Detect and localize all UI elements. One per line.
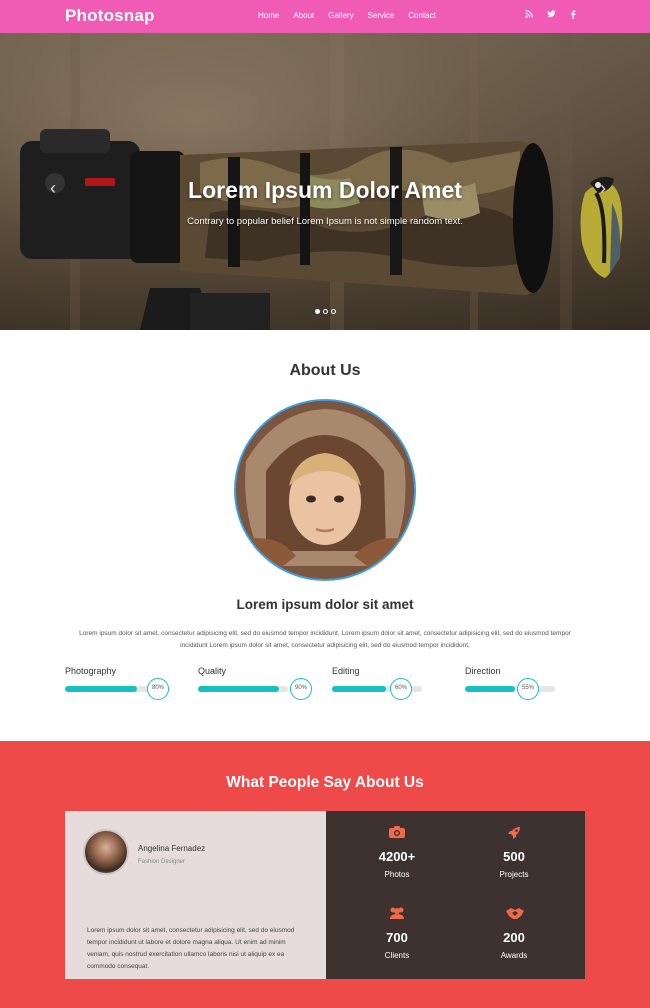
slider-pagination [315, 309, 336, 314]
stat-label: Photos [384, 870, 410, 879]
skill-editing: Editing 60% [332, 666, 438, 702]
facebook-icon[interactable] [569, 10, 577, 20]
slider-dot-2[interactable] [323, 309, 328, 314]
about-heading: Lorem ipsum dolor sit amet [236, 597, 414, 612]
stats-panel: 4200+ Photos 500 Projects 700 Clients 20… [326, 811, 585, 979]
about-description: Lorem ipsum dolor sit amet, consectetur … [79, 630, 571, 649]
skill-percent-badge: 90% [290, 678, 312, 700]
about-section-title: About Us [289, 362, 361, 379]
stat-label: Projects [499, 870, 529, 879]
testimonial-name: Angelina Fernadez [138, 844, 206, 853]
stat-projects: 500 Projects [464, 825, 564, 879]
twitter-icon[interactable] [547, 10, 556, 20]
slider-dot-3[interactable] [331, 309, 336, 314]
stat-value: 500 [503, 849, 525, 864]
hero-subtitle: Contrary to popular belief Lorem Ipsum i… [187, 216, 463, 227]
slider-dot-1[interactable] [315, 309, 320, 314]
testimonial-quote: Lorem ipsum dolor sit amet, consectetur … [87, 927, 295, 970]
users-icon [388, 906, 406, 922]
skill-progress-track [65, 686, 155, 692]
skill-label: Quality [198, 666, 227, 676]
camera-icon [388, 825, 406, 841]
skill-percent-badge: 55% [517, 678, 539, 700]
stat-value: 4200+ [378, 849, 416, 864]
nav-item-gallery[interactable]: Gallery [328, 11, 353, 20]
testimonial-avatar [83, 829, 129, 875]
top-navbar: Photosnap Home About Gallery Service Con… [0, 0, 650, 33]
skill-progress-track [465, 686, 555, 692]
skill-progress-fill [332, 686, 386, 692]
stat-value: 700 [386, 930, 408, 945]
stat-value: 200 [503, 930, 525, 945]
skill-direction: Direction 55% [465, 666, 571, 702]
skill-progress-track [198, 686, 288, 692]
nav-item-home[interactable]: Home [258, 11, 279, 20]
testimonial-card: Angelina Fernadez Fashion Designer Lorem… [65, 811, 326, 979]
skill-photography: Photography 80% [65, 666, 171, 702]
skill-progress-fill [465, 686, 515, 692]
testimonials-section: What People Say About Us Angelina Fernad… [0, 741, 650, 1008]
handshake-icon [505, 906, 524, 922]
skill-quality: Quality 90% [198, 666, 312, 702]
nav-item-contact[interactable]: Contact [408, 11, 436, 20]
testimonial-role: Fashion Designer [138, 859, 186, 865]
skill-progress-fill [198, 686, 279, 692]
stat-label: Clients [384, 951, 410, 960]
stat-awards: 200 Awards [464, 906, 564, 960]
stat-photos: 4200+ Photos [347, 825, 447, 879]
about-portrait-image [234, 399, 416, 581]
stat-label: Awards [500, 951, 528, 960]
testimonials-title: What People Say About Us [226, 774, 424, 791]
social-links [525, 10, 577, 20]
skill-percent-badge: 80% [147, 678, 169, 700]
hero-slider: ‹ › Lorem Ipsum Dolor Amet Contrary to p… [0, 33, 650, 330]
skill-label: Direction [465, 666, 501, 676]
skill-percent-badge: 60% [390, 678, 412, 700]
skill-label: Editing [332, 666, 360, 676]
skill-label: Photography [65, 666, 117, 676]
brand-logo[interactable]: Photosnap [65, 6, 155, 26]
rocket-icon [505, 825, 523, 841]
nav-item-about[interactable]: About [293, 11, 314, 20]
child-fur-hood-photo [236, 401, 414, 579]
nav-item-service[interactable]: Service [368, 11, 395, 20]
stat-clients: 700 Clients [347, 906, 447, 960]
hero-title: Lorem Ipsum Dolor Amet [188, 177, 462, 203]
rss-icon[interactable] [525, 10, 533, 20]
main-menu: Home About Gallery Service Contact [258, 11, 450, 20]
skill-progress-fill [65, 686, 137, 692]
